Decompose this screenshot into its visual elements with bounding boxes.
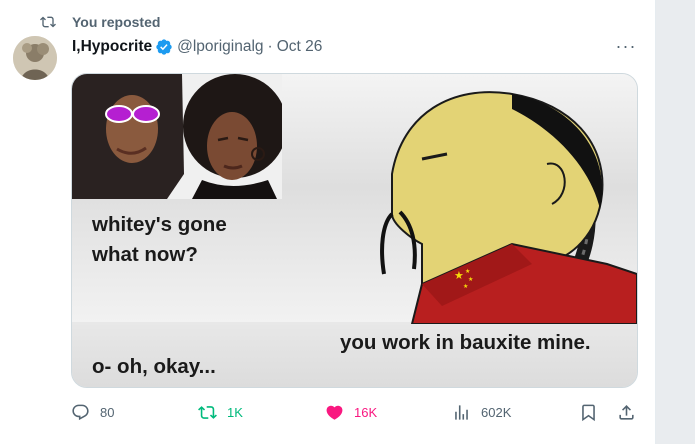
repost-button[interactable]: 1K (198, 400, 243, 424)
repost-indicator: You reposted (40, 12, 160, 32)
views-chart-icon (455, 404, 468, 420)
reply-icon (72, 404, 89, 420)
views-button[interactable]: 602K (452, 400, 511, 424)
statue-avatar-image (13, 36, 57, 80)
repost-action-icon (198, 405, 217, 419)
reply-button[interactable]: 80 (71, 400, 114, 424)
meme-caption-left-line2: what now? (92, 243, 198, 266)
meme-man-illustration: ★ ★ ★ ★ (380, 91, 637, 324)
meme-caption-bottom: o- oh, okay... (92, 355, 216, 378)
author-handle[interactable]: @lporiginalg (177, 38, 263, 56)
header-separator: · (267, 38, 273, 55)
repost-count: 1K (227, 404, 243, 420)
verified-badge-icon[interactable] (155, 38, 173, 56)
reply-count: 80 (100, 404, 115, 420)
meme-women-illustration (72, 74, 282, 199)
like-button[interactable]: 16K (325, 400, 377, 424)
author-name[interactable]: I,Hypocrite (72, 38, 152, 56)
tweet-header: I,Hypocrite @lporiginalg · Oct 26 (72, 37, 322, 57)
svg-text:★: ★ (468, 276, 473, 283)
share-icon (619, 404, 634, 420)
avatar[interactable] (13, 36, 57, 80)
tweet-media-meme[interactable]: ★ ★ ★ ★ whitey's gone what now? you work… (71, 73, 638, 388)
repost-icon (40, 16, 56, 28)
tweet-date[interactable]: Oct 26 (277, 38, 323, 56)
tweet-card[interactable]: You reposted I,Hypocrite @lporiginalg · … (0, 0, 656, 444)
like-count: 16K (354, 404, 378, 420)
more-options-button[interactable]: ··· (612, 36, 640, 56)
svg-text:★: ★ (465, 268, 470, 275)
svg-text:★: ★ (454, 269, 464, 282)
meme-caption-left-line1: whitey's gone (92, 213, 227, 236)
repost-label: You reposted (72, 14, 161, 30)
bookmark-icon (582, 404, 595, 421)
share-button[interactable] (617, 400, 646, 424)
heart-filled-icon (326, 405, 343, 420)
meme-caption-right: you work in bauxite mine. (340, 331, 591, 354)
views-count: 602K (481, 404, 512, 420)
svg-text:★: ★ (463, 283, 468, 290)
tweet-actions: 80 1K 16K 602K (71, 400, 641, 424)
more-icon: ··· (615, 35, 637, 56)
bookmark-button[interactable] (579, 400, 608, 424)
